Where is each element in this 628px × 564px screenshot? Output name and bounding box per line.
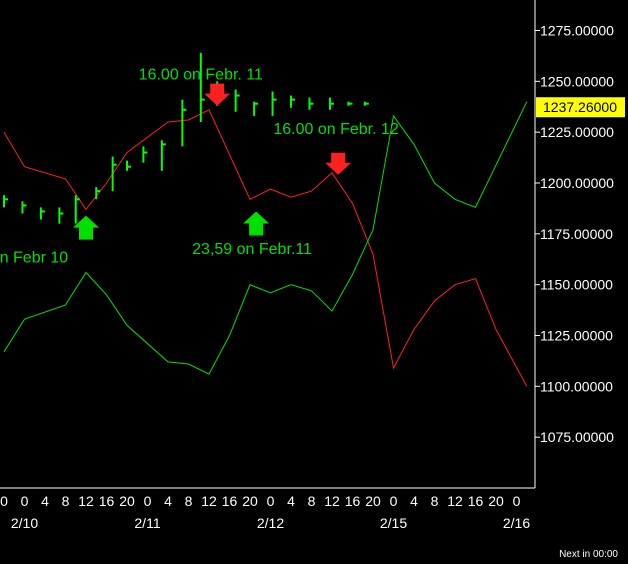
y-tick-label: 1250.00000 [540,73,614,89]
x-tick-label: 16 [345,493,361,509]
x-tick-label: 20 [488,493,504,509]
x-tick-label: 20 [365,493,381,509]
x-tick-label: 16 [99,493,115,509]
x-tick-label: 0 [513,493,521,509]
annotation-label: 16.00 on Febr. 11 [139,66,263,83]
y-tick-label: 1075.00000 [540,429,614,445]
y-tick-label: 1225.00000 [540,124,614,140]
x-tick-label: 20 [242,493,258,509]
date-label: 2/12 [257,515,284,531]
x-tick-label: 16 [468,493,484,509]
y-ticks-group: 1275.00000 1250.00000 1225.00000 1200.00000… [535,23,614,445]
x-tick-label: 4 [164,493,172,509]
y-tick-label: 1150.00000 [540,277,613,293]
y-tick-label: 1275.00000 [540,23,614,39]
x-tick-label: 12 [78,493,94,509]
x-tick-label: 8 [431,493,439,509]
x-tick-label: 8 [62,493,70,509]
x-tick-label: 0 [144,493,152,509]
current-price-label: 1237.26000 [543,99,617,115]
x-tick-label: 0 [0,493,8,509]
y-tick-label: 1100.00000 [540,378,613,394]
x-tick-label: 12 [201,493,217,509]
chart: 16.00 on Febr. 11 16.00 on Febr. 12 23,59 … [0,0,628,564]
x-tick-label: 12 [447,493,463,509]
date-label: 2/16 [503,515,530,531]
y-tick-label: 1125.00000 [540,328,613,344]
current-price-group: 1237.26000 [536,97,625,118]
x-tick-label: 4 [41,493,49,509]
date-label: 2/15 [380,515,407,531]
annotation-label: 16.00 on Febr. 12 [273,121,399,138]
date-label: 2/11 [134,515,160,531]
next-bar-timer: Next in 00:00 [559,549,618,560]
x-tick-label: 8 [185,493,193,509]
x-tick-label: 0 [21,493,29,509]
annotation-label: 23,59 on Febr.11 [192,241,312,258]
x-tick-label: 16 [222,493,238,509]
x-tick-label: 0 [390,493,398,509]
x-tick-label: 4 [410,493,418,509]
x-tick-label: 8 [308,493,316,509]
y-tick-label: 1200.00000 [540,175,614,191]
annotation-label: 16 on Febr 10 [0,249,68,266]
date-label: 2/10 [11,515,38,531]
x-tick-label: 20 [119,493,135,509]
x-tick-label: 0 [267,493,275,509]
x-tick-label: 12 [324,493,340,509]
x-tick-label: 4 [287,493,295,509]
y-tick-label: 1175.00000 [540,226,613,242]
